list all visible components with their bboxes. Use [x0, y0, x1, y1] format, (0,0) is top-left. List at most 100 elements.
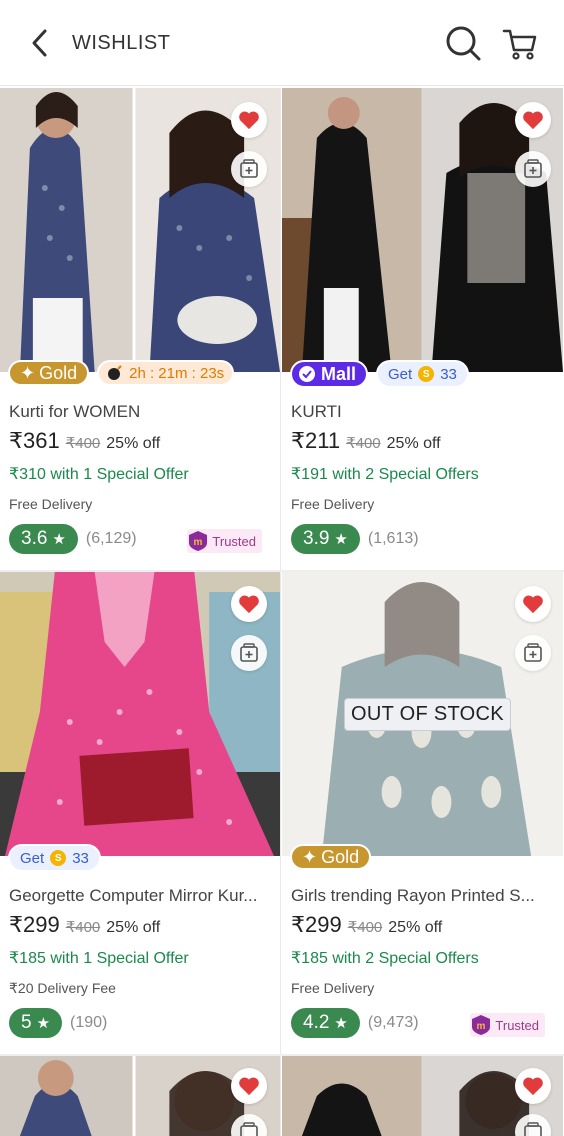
wishlist-heart-button[interactable]: [231, 102, 267, 138]
product-name: Girls trending Rayon Printed S...: [291, 886, 535, 905]
meesho-shield-icon: m: [472, 1015, 491, 1035]
star-icon: ★: [334, 1015, 348, 1032]
badge-row: ✦ Gold: [290, 844, 372, 870]
add-to-collection-button[interactable]: [231, 151, 267, 187]
coin-icon: S: [418, 366, 435, 382]
product-card[interactable]: OUT OF STOCK ✦ Gold Girls trending Rayon…: [282, 572, 563, 1056]
wishlist-heart-button[interactable]: [515, 586, 551, 622]
badge-row: Get S 33: [8, 844, 101, 872]
price: ₹299: [291, 912, 342, 937]
coin-icon: S: [50, 850, 67, 866]
cart-icon[interactable]: [502, 26, 538, 62]
rating-row: 3.9 ★ (1,613): [291, 524, 419, 554]
add-to-collection-button[interactable]: [231, 635, 267, 671]
special-offer: ₹185 with 2 Special Offers: [291, 950, 479, 967]
star-icon: ★: [334, 531, 348, 548]
heart-icon: [239, 1077, 259, 1096]
price: ₹299: [9, 912, 60, 937]
heart-icon: [239, 595, 259, 614]
special-offer: ₹310 with 1 Special Offer: [9, 466, 189, 483]
meesho-shield-icon: m: [189, 531, 208, 551]
price-row: ₹299 ₹400 25% off: [9, 912, 160, 938]
wishlist-heart-button[interactable]: [231, 1068, 267, 1104]
rating-badge: 5 ★: [9, 1008, 63, 1038]
search-icon[interactable]: [444, 24, 482, 62]
price-row: ₹361 ₹400 25% off: [9, 428, 160, 454]
original-price: ₹400: [65, 919, 101, 936]
add-to-collection-icon: [240, 159, 258, 178]
gold-badge: ✦ Gold: [290, 844, 372, 870]
page-title: WISHLIST: [72, 32, 171, 54]
rating-badge: 3.9 ★: [291, 524, 360, 554]
badge-row: ✦ Gold 2h : 21m : 23s: [8, 360, 235, 386]
rating-count: (9,473): [367, 1014, 419, 1031]
product-card[interactable]: Mall Get S 33 KURTI ₹211 ₹400 25% off ₹1…: [282, 88, 563, 572]
svg-text:m: m: [477, 1021, 486, 1032]
out-of-stock-label: OUT OF STOCK: [344, 698, 511, 731]
rating-row: 5 ★ (190): [9, 1008, 107, 1038]
product-card[interactable]: Get S 33 Georgette Computer Mirror Kur..…: [0, 572, 281, 1056]
special-offer: ₹191 with 2 Special Offers: [291, 466, 479, 483]
price: ₹361: [9, 428, 60, 453]
product-name: KURTI: [291, 402, 342, 421]
star-icon: ★: [52, 531, 66, 548]
original-price: ₹400: [346, 435, 381, 452]
discount: 25% off: [106, 919, 161, 936]
svg-text:m: m: [194, 537, 203, 548]
add-to-collection-icon: [524, 1122, 542, 1136]
bomb-icon: [108, 365, 122, 380]
back-arrow-icon[interactable]: [24, 26, 58, 60]
badge-row: Mall Get S 33: [290, 360, 469, 388]
add-to-collection-icon: [240, 643, 258, 662]
heart-icon: [523, 111, 543, 130]
rating-row: 3.6 ★ (6,129): [9, 524, 137, 554]
heart-icon: [239, 111, 259, 130]
mall-badge: Mall: [290, 360, 369, 388]
trusted-badge: m Trusted: [470, 1013, 545, 1037]
special-offer: ₹185 with 1 Special Offer: [9, 950, 189, 967]
product-name: Kurti for WOMEN: [9, 402, 141, 421]
heart-icon: [523, 595, 543, 614]
add-to-collection-button[interactable]: [515, 151, 551, 187]
verified-check-icon: [299, 366, 315, 382]
star-icon: ★: [36, 1015, 51, 1032]
add-to-collection-icon: [524, 643, 542, 662]
delivery-info: Free Delivery: [291, 980, 375, 996]
rating-count: (190): [70, 1014, 108, 1031]
wishlist-heart-button[interactable]: [231, 586, 267, 622]
rating-badge: 3.6 ★: [9, 524, 78, 554]
original-price: ₹400: [347, 919, 383, 936]
discount: 25% off: [386, 435, 441, 452]
original-price: ₹400: [65, 435, 101, 452]
gold-badge: ✦ Gold: [8, 360, 90, 386]
sparkle-icon: ✦: [302, 846, 318, 867]
product-name: Georgette Computer Mirror Kur...: [9, 886, 258, 905]
wishlist-heart-button[interactable]: [515, 102, 551, 138]
discount: 25% off: [388, 919, 443, 936]
add-to-collection-icon: [524, 159, 542, 178]
product-card[interactable]: ✦ Gold 2h : 21m : 23s Kurti for WOMEN ₹3…: [0, 88, 281, 572]
rating-badge: 4.2 ★: [291, 1008, 360, 1038]
add-to-collection-button[interactable]: [515, 635, 551, 671]
delivery-info: ₹20 Delivery Fee: [9, 980, 116, 996]
wishlist-heart-button[interactable]: [515, 1068, 551, 1104]
rating-count: (6,129): [85, 530, 137, 547]
product-card[interactable]: [0, 1056, 281, 1136]
coins-badge: Get S 33: [8, 844, 101, 872]
heart-icon: [523, 1077, 543, 1096]
delivery-info: Free Delivery: [9, 496, 93, 512]
coins-badge: Get S 33: [376, 360, 469, 388]
discount: 25% off: [106, 435, 161, 452]
timer-badge: 2h : 21m : 23s: [97, 360, 235, 386]
price-row: ₹299 ₹400 25% off: [291, 912, 442, 938]
add-to-collection-icon: [240, 1122, 258, 1136]
trusted-badge: m Trusted: [187, 529, 262, 553]
price: ₹211: [291, 428, 341, 453]
rating-count: (1,613): [367, 530, 419, 547]
sparkle-icon: ✦: [20, 362, 36, 383]
product-card[interactable]: [282, 1056, 563, 1136]
price-row: ₹211 ₹400 25% off: [291, 428, 441, 454]
delivery-info: Free Delivery: [291, 496, 375, 512]
rating-row: 4.2 ★ (9,473): [291, 1008, 419, 1038]
app-header: WISHLIST: [0, 0, 564, 86]
